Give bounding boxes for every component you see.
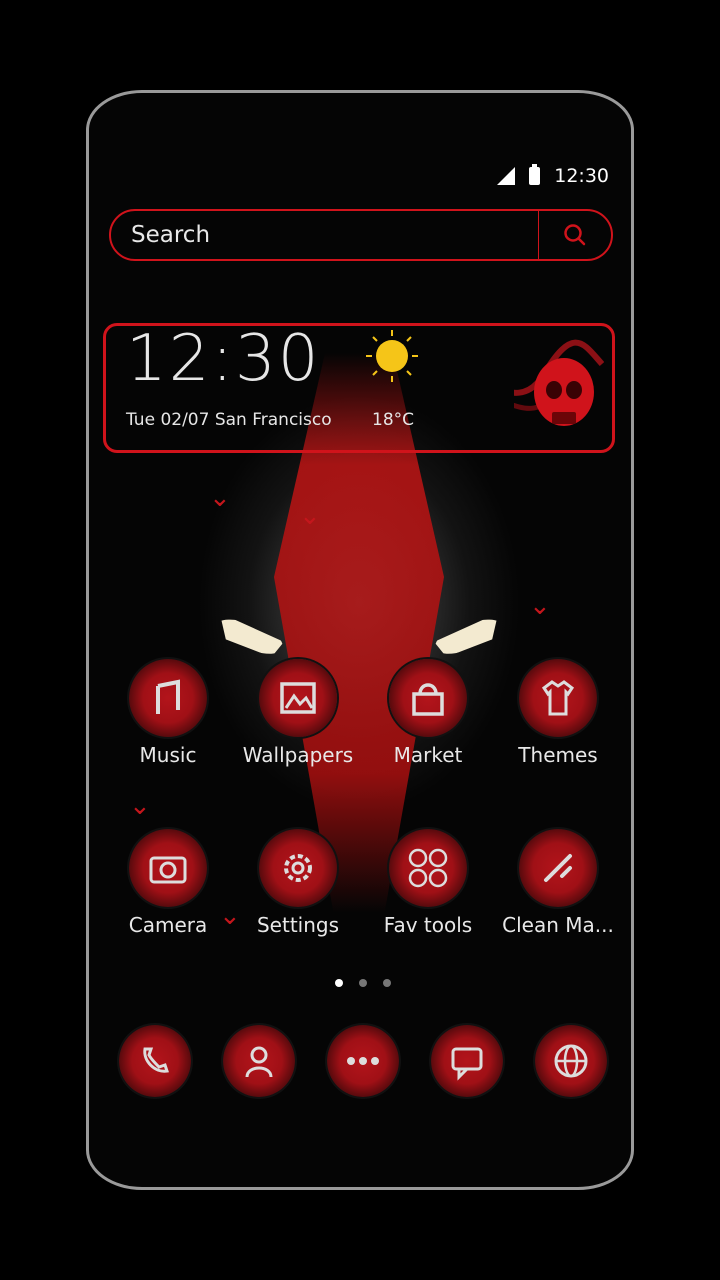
music-icon[interactable] <box>129 659 207 737</box>
app-label: Fav tools <box>383 913 473 937</box>
app-fav-tools[interactable]: Fav tools <box>363 829 493 937</box>
bat-icon: ⌄ <box>299 501 321 531</box>
bat-icon: ⌄ <box>129 791 151 821</box>
phone-frame: ⌄ ⌄ ⌄ ⌄ ⌄ 12:30 Search 12:30 Tue 02/07 S… <box>86 90 634 1190</box>
app-clean-master[interactable]: Clean Ma... <box>493 829 623 937</box>
search-bar[interactable]: Search <box>109 209 613 261</box>
status-time: 12:30 <box>554 165 609 187</box>
clock-weather-widget[interactable]: 12:30 Tue 02/07 San Francisco 18°C <box>103 322 615 453</box>
app-settings[interactable]: Settings <box>233 829 363 937</box>
app-themes[interactable]: Themes <box>493 659 623 767</box>
app-label: Market <box>393 743 463 767</box>
themes-icon[interactable] <box>519 659 597 737</box>
app-row: Music Wallpapers Market Themes <box>89 659 631 779</box>
browser-icon[interactable] <box>535 1025 607 1097</box>
market-icon[interactable] <box>389 659 467 737</box>
dock <box>89 1025 631 1105</box>
app-label: Themes <box>518 743 598 767</box>
app-camera[interactable]: Camera <box>103 829 233 937</box>
status-bar: 12:30 <box>497 164 609 187</box>
page-indicator <box>89 979 631 987</box>
app-label: Music <box>139 743 197 767</box>
skull-icon <box>514 339 604 426</box>
clean-master-icon[interactable] <box>519 829 597 907</box>
search-input[interactable]: Search <box>111 222 538 248</box>
app-drawer-icon[interactable] <box>327 1025 399 1097</box>
bat-icon: ⌄ <box>529 591 551 621</box>
app-row: Camera Settings Fav tools Clean Ma... <box>89 829 631 949</box>
page-dot-active[interactable] <box>335 979 343 987</box>
bat-icon: ⌄ <box>209 483 231 513</box>
app-label: Camera <box>128 913 208 937</box>
fav-tools-icon[interactable] <box>389 829 467 907</box>
contacts-icon[interactable] <box>223 1025 295 1097</box>
phone-icon[interactable] <box>119 1025 191 1097</box>
signal-icon <box>497 167 516 185</box>
battery-icon <box>529 164 541 185</box>
app-label: Clean Ma... <box>502 913 614 937</box>
app-music[interactable]: Music <box>103 659 233 767</box>
widget-date-location: Tue 02/07 San Francisco <box>126 410 332 430</box>
app-label: Settings <box>256 913 340 937</box>
app-market[interactable]: Market <box>363 659 493 767</box>
settings-icon[interactable] <box>259 829 337 907</box>
sun-icon <box>366 330 418 382</box>
camera-icon[interactable] <box>129 829 207 907</box>
app-wallpapers[interactable]: Wallpapers <box>233 659 363 767</box>
search-icon <box>564 224 586 246</box>
wallpapers-icon[interactable] <box>259 659 337 737</box>
widget-temperature: 18°C <box>372 410 415 430</box>
search-button[interactable] <box>539 211 611 259</box>
app-label: Wallpapers <box>242 743 354 767</box>
page-dot[interactable] <box>359 979 367 987</box>
messages-icon[interactable] <box>431 1025 503 1097</box>
page-dot[interactable] <box>383 979 391 987</box>
widget-time[interactable]: 12:30 <box>126 322 320 396</box>
